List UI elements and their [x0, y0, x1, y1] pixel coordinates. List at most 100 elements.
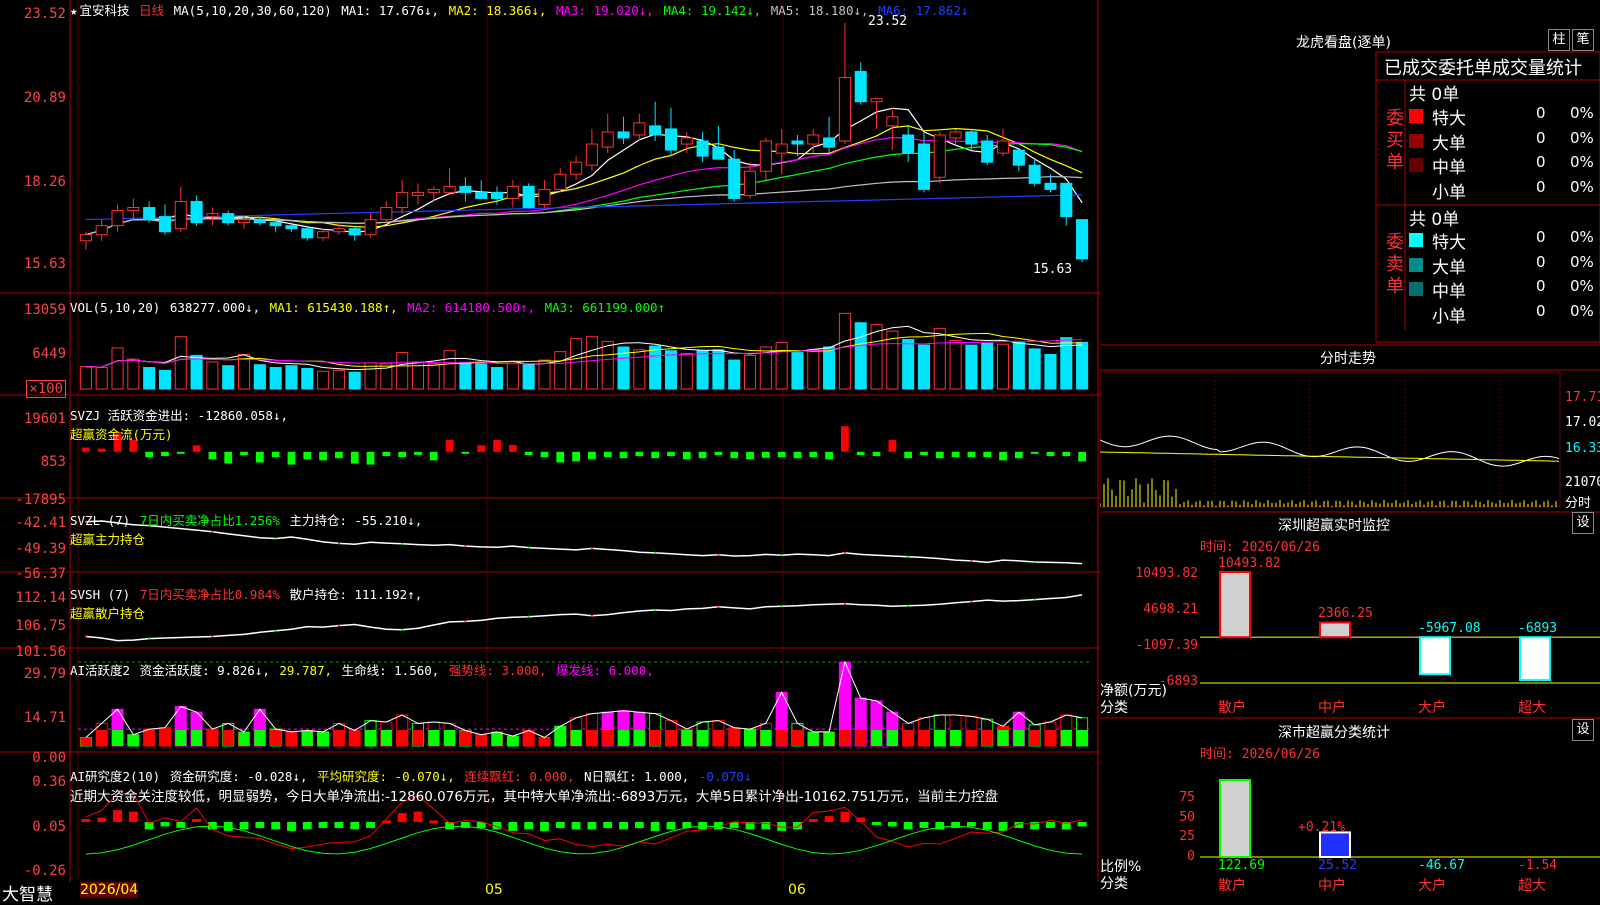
candle-body: [633, 122, 646, 136]
volume-bar: [696, 350, 709, 390]
fund-flow-bar: [429, 451, 438, 461]
fund-flow-bar: [935, 451, 944, 459]
candle-body: [332, 228, 345, 233]
fund-flow-bar: [1046, 451, 1055, 457]
research-bar: [966, 822, 976, 827]
buy-row-swatch-2: [1409, 158, 1423, 172]
retail-holding-line-tick: [337, 624, 340, 627]
volume-bar: [1044, 353, 1057, 390]
buy-row-count-1: 0: [1536, 128, 1546, 147]
fund-flow-bar: [271, 451, 280, 458]
candle-body: [902, 134, 915, 154]
monitor-time: 时间: 2026/06/26: [1200, 540, 1320, 555]
monitor-category-0: 散户: [1218, 700, 1246, 716]
fund-flow-bar: [635, 451, 644, 457]
activity-base-bar: [791, 730, 804, 746]
research-bar: [935, 822, 945, 830]
main-holding-line-tick: [907, 555, 910, 558]
retail-holding-line-tick: [654, 608, 657, 611]
fund-flow-bar: [97, 448, 106, 452]
research-bar: [982, 822, 992, 830]
fund-flow-bar: [572, 451, 580, 462]
volume-bar: [823, 346, 836, 390]
intraday-axis-5: 分时: [1565, 496, 1592, 511]
candle-body: [775, 143, 788, 154]
monitor-category-label: 分类: [1100, 700, 1128, 716]
volume-bar: [79, 366, 92, 390]
research-bar: [1077, 822, 1087, 827]
candle-body: [807, 134, 820, 145]
candle-body: [649, 125, 662, 136]
volume-bar: [664, 350, 678, 390]
volume-ma-line: [85, 332, 1083, 368]
volume-bar: [111, 347, 124, 390]
candle-body: [1012, 149, 1025, 166]
fund-flow-bar: [556, 451, 565, 463]
retail-holding-line-tick: [970, 600, 973, 603]
candle-body: [253, 219, 266, 224]
research-bar: [650, 822, 660, 831]
stats-settings-button[interactable]: 设: [1572, 719, 1594, 741]
vol-value: 638277.000↓,: [162, 300, 261, 315]
stats-title: 深市超赢分类统计: [1278, 725, 1390, 741]
ai1-axis-top: 29.79: [23, 666, 66, 682]
main-holding-line-tick: [717, 553, 720, 556]
research-bar: [555, 822, 565, 828]
research-bar: [192, 819, 202, 823]
column-view-button[interactable]: 柱: [1548, 29, 1570, 51]
volume-bar: [301, 367, 314, 390]
candle-body: [79, 234, 92, 242]
candle-body: [427, 188, 440, 193]
fund-flow-bar: [477, 445, 486, 452]
intraday-title: 分时走势: [1320, 351, 1376, 367]
star-icon[interactable]: ★: [70, 3, 78, 18]
period-label[interactable]: 日线: [139, 3, 164, 18]
svzj-subtitle: 超赢资金流(万元): [70, 427, 173, 442]
activity-base-bar: [538, 737, 551, 746]
research-bar: [255, 822, 265, 828]
ai1-value2: 29.787,: [271, 663, 333, 678]
ma-params: MA(5,10,20,30,60,120): [173, 3, 332, 18]
research-bar: [619, 822, 628, 830]
activity-base-bar: [191, 730, 203, 746]
fund-flow-bar: [1078, 451, 1086, 462]
activity-base-bar: [1013, 730, 1025, 746]
fund-flow-bar: [319, 451, 327, 461]
fund-flow-bar: [461, 451, 470, 454]
candle-body: [490, 191, 504, 199]
volume-bar: [807, 349, 820, 390]
research-bar: [808, 819, 818, 823]
monitor-value-2: -5967.08: [1418, 621, 1481, 637]
svsh-axis-top: 112.14: [15, 590, 66, 606]
stats-value-1: 25.52: [1318, 858, 1358, 873]
fund-flow-bar: [303, 451, 312, 460]
ai1-active: 资金活跃度: 9.826↓,: [139, 663, 270, 678]
svzl-holding: 主力持仓: -55.210↓,: [281, 513, 423, 528]
monitor-settings-button[interactable]: 设: [1572, 512, 1594, 534]
fund-flow-bar: [192, 445, 201, 452]
svzj-axis-low: -17895: [15, 492, 66, 508]
ai2-research: 资金研究度: -0.028↓,: [169, 769, 308, 784]
price-axis-low: 15.63: [23, 256, 66, 272]
volume-bar: [1012, 341, 1025, 390]
activity-base-bar: [1029, 730, 1041, 746]
sell-row-label-1: 大单: [1432, 257, 1466, 278]
monitor-category-3: 超大: [1518, 700, 1546, 716]
sell-side-label: 委卖单: [1386, 232, 1404, 297]
activity-base-bar: [491, 731, 503, 746]
stats-axis-2: 50: [1179, 810, 1195, 825]
monitor-category-1: 中户: [1318, 700, 1346, 716]
tick-view-button[interactable]: 笔: [1572, 29, 1594, 51]
monitor-axis-3: -1097.39: [1135, 638, 1198, 653]
candle-body: [269, 222, 282, 227]
monitor-bar: [1219, 571, 1251, 639]
svzl-axis-low: -56.37: [15, 566, 66, 582]
volume-bar: [933, 327, 946, 390]
retail-holding-line-tick: [274, 629, 277, 632]
vol-unit-button[interactable]: ×100: [26, 380, 66, 398]
buy-row-pct-2: 0%: [1570, 153, 1594, 171]
fund-flow-bar: [1014, 451, 1023, 459]
candle-body: [664, 128, 678, 151]
buy-row-label-3: 小单: [1432, 182, 1466, 203]
svzj-axis-mid: 853: [40, 454, 66, 470]
